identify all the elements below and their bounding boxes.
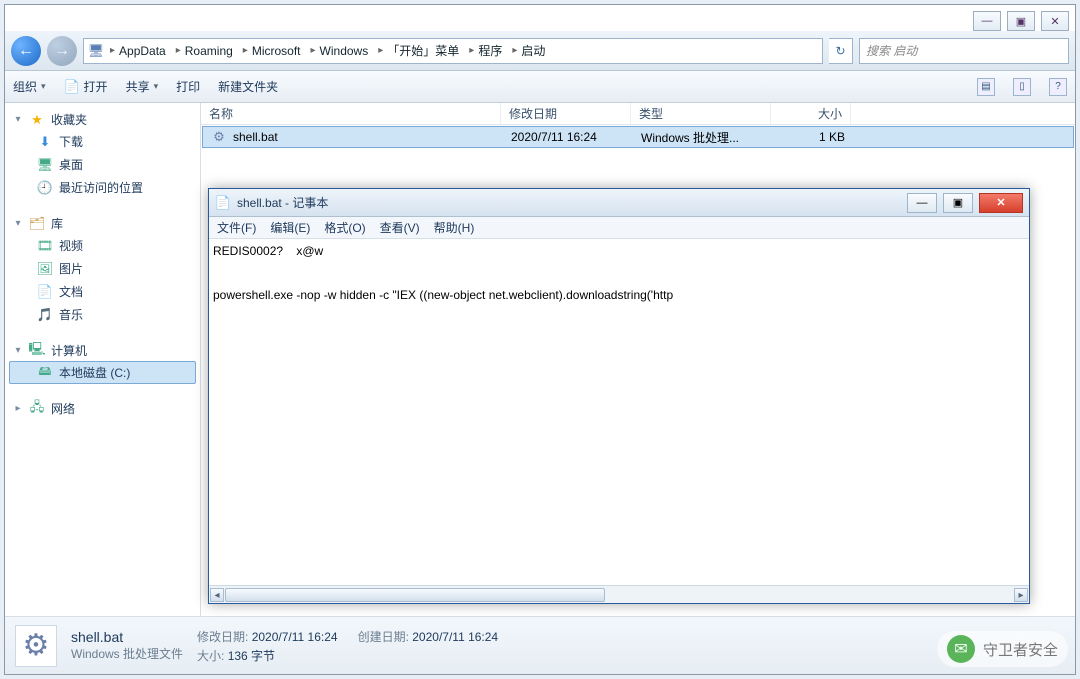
details-filename: shell.bat [71, 629, 183, 645]
breadcrumb-item[interactable]: 启动 [521, 42, 545, 59]
chevron-right-icon: ▸ [176, 45, 181, 56]
notepad-icon [215, 195, 231, 211]
chevron-right-icon: ▸ [378, 45, 383, 56]
forward-button[interactable]: → [47, 36, 77, 66]
chevron-right-icon: ▸ [311, 45, 316, 56]
explorer-toolbar: 组织▾ 打开 共享▾ 打印 新建文件夹 ▤ ▯ ? [5, 71, 1075, 103]
notepad-title: shell.bat - 记事本 [237, 194, 901, 211]
nav-item-music[interactable]: 音乐 [9, 303, 196, 326]
notepad-window: shell.bat - 记事本 — ▣ ✕ 文件(F) 编辑(E) 格式(O) … [208, 188, 1030, 604]
menu-edit[interactable]: 编辑(E) [270, 219, 310, 236]
menu-format[interactable]: 格式(O) [324, 219, 365, 236]
file-size: 1 KB [773, 130, 853, 144]
nav-item-downloads[interactable]: 下载 [9, 130, 196, 153]
menu-file[interactable]: 文件(F) [217, 219, 256, 236]
chevron-right-icon: ▸ [469, 45, 474, 56]
breadcrumb-item[interactable]: Microsoft [252, 44, 301, 58]
nav-computer-header[interactable]: ▾计算机 [9, 340, 196, 361]
file-type: Windows 批处理... [633, 129, 773, 146]
recent-icon [37, 180, 53, 196]
chevron-right-icon: ▸ [243, 45, 248, 56]
nav-network-header[interactable]: ▸网络 [9, 398, 196, 419]
file-date: 2020/7/11 16:24 [503, 130, 633, 144]
details-size: 136 字节 [228, 649, 275, 663]
chevron-right-icon: ▸ [512, 45, 517, 56]
file-row[interactable]: shell.bat 2020/7/11 16:24 Windows 批处理...… [202, 126, 1074, 148]
details-filetype: Windows 批处理文件 [71, 645, 183, 662]
scroll-left-button[interactable]: ◂ [210, 588, 224, 602]
nav-item-local-disk-c[interactable]: 本地磁盘 (C:) [9, 361, 196, 384]
breadcrumb-item[interactable]: 程序 [478, 42, 502, 59]
download-icon [37, 134, 53, 150]
details-created: 2020/7/11 16:24 [412, 630, 498, 644]
details-modified: 2020/7/11 16:24 [252, 630, 338, 644]
horizontal-scrollbar[interactable]: ◂ ▸ [209, 585, 1029, 603]
preview-pane-button[interactable]: ▯ [1013, 78, 1031, 96]
breadcrumb-item[interactable]: 「开始」菜单 [387, 42, 459, 59]
share-button[interactable]: 共享▾ [126, 78, 159, 95]
menu-help[interactable]: 帮助(H) [434, 219, 475, 236]
document-icon [64, 79, 80, 95]
back-button[interactable]: ← [11, 36, 41, 66]
breadcrumb-item[interactable]: AppData [119, 44, 166, 58]
notepad-maximize-button[interactable]: ▣ [943, 193, 973, 213]
breadcrumb-item[interactable]: Windows [320, 44, 369, 58]
chevron-right-icon: ▸ [110, 45, 115, 56]
col-name[interactable]: 名称 [201, 103, 501, 124]
view-options-button[interactable]: ▤ [977, 78, 995, 96]
nav-item-recent[interactable]: 最近访问的位置 [9, 176, 196, 199]
details-pane: ⚙ shell.bat Windows 批处理文件 修改日期: 2020/7/1… [5, 616, 1075, 674]
open-button[interactable]: 打开 [64, 78, 108, 95]
picture-icon [37, 261, 53, 277]
disk-icon [37, 365, 53, 381]
breadcrumb-item[interactable]: Roaming [185, 44, 233, 58]
document-icon [37, 284, 53, 300]
notepad-minimize-button[interactable]: — [907, 193, 937, 213]
column-headers[interactable]: 名称 修改日期 类型 大小 [201, 103, 1075, 125]
help-button[interactable]: ? [1049, 78, 1067, 96]
nav-item-desktop[interactable]: 桌面 [9, 153, 196, 176]
star-icon [29, 112, 45, 128]
refresh-button[interactable]: ↻ [829, 38, 853, 64]
network-icon [29, 401, 45, 417]
col-type[interactable]: 类型 [631, 103, 771, 124]
organize-button[interactable]: 组织▾ [13, 78, 46, 95]
address-bar: ← → ▸ AppData ▸ Roaming ▸ Microsoft ▸ Window… [5, 31, 1075, 71]
notepad-menubar: 文件(F) 编辑(E) 格式(O) 查看(V) 帮助(H) [209, 217, 1029, 239]
scroll-right-button[interactable]: ▸ [1014, 588, 1028, 602]
batch-file-icon: ⚙ [15, 625, 57, 667]
wechat-icon: ✉ [947, 635, 975, 663]
notepad-textarea[interactable]: REDIS0002? x@w powershell.exe -nop -w hi… [209, 239, 1029, 585]
nav-item-pictures[interactable]: 图片 [9, 257, 196, 280]
col-date[interactable]: 修改日期 [501, 103, 631, 124]
maximize-button[interactable]: ▣ [1007, 11, 1035, 31]
notepad-close-button[interactable]: ✕ [979, 193, 1023, 213]
nav-favorites-header[interactable]: ▾收藏夹 [9, 109, 196, 130]
video-icon [37, 238, 53, 254]
nav-libraries-header[interactable]: ▾库 [9, 213, 196, 234]
search-input[interactable]: 搜索 启动 [859, 38, 1069, 64]
col-size[interactable]: 大小 [771, 103, 851, 124]
close-button[interactable]: ✕ [1041, 11, 1069, 31]
watermark-text: 守卫者安全 [983, 639, 1058, 660]
minimize-button[interactable]: — [973, 11, 1001, 31]
library-icon [29, 216, 45, 232]
file-name: shell.bat [233, 130, 278, 144]
print-button[interactable]: 打印 [176, 78, 200, 95]
navigation-pane[interactable]: ▾收藏夹 下载 桌面 最近访问的位置 ▾库 视频 图片 文档 音乐 ▾计算机 本… [5, 103, 201, 616]
new-folder-button[interactable]: 新建文件夹 [218, 78, 278, 95]
nav-item-videos[interactable]: 视频 [9, 234, 196, 257]
watermark: ✉ 守卫者安全 [937, 631, 1068, 667]
music-icon [37, 307, 53, 323]
computer-icon [29, 343, 45, 359]
menu-view[interactable]: 查看(V) [380, 219, 420, 236]
window-controls: — ▣ ✕ [973, 11, 1069, 31]
desktop-icon [37, 157, 53, 173]
notepad-titlebar[interactable]: shell.bat - 记事本 — ▣ ✕ [209, 189, 1029, 217]
computer-icon [88, 43, 104, 59]
scroll-thumb[interactable] [225, 588, 605, 602]
breadcrumb[interactable]: ▸ AppData ▸ Roaming ▸ Microsoft ▸ Windows ▸ 「… [83, 38, 823, 64]
batch-file-icon [211, 129, 227, 145]
nav-item-documents[interactable]: 文档 [9, 280, 196, 303]
